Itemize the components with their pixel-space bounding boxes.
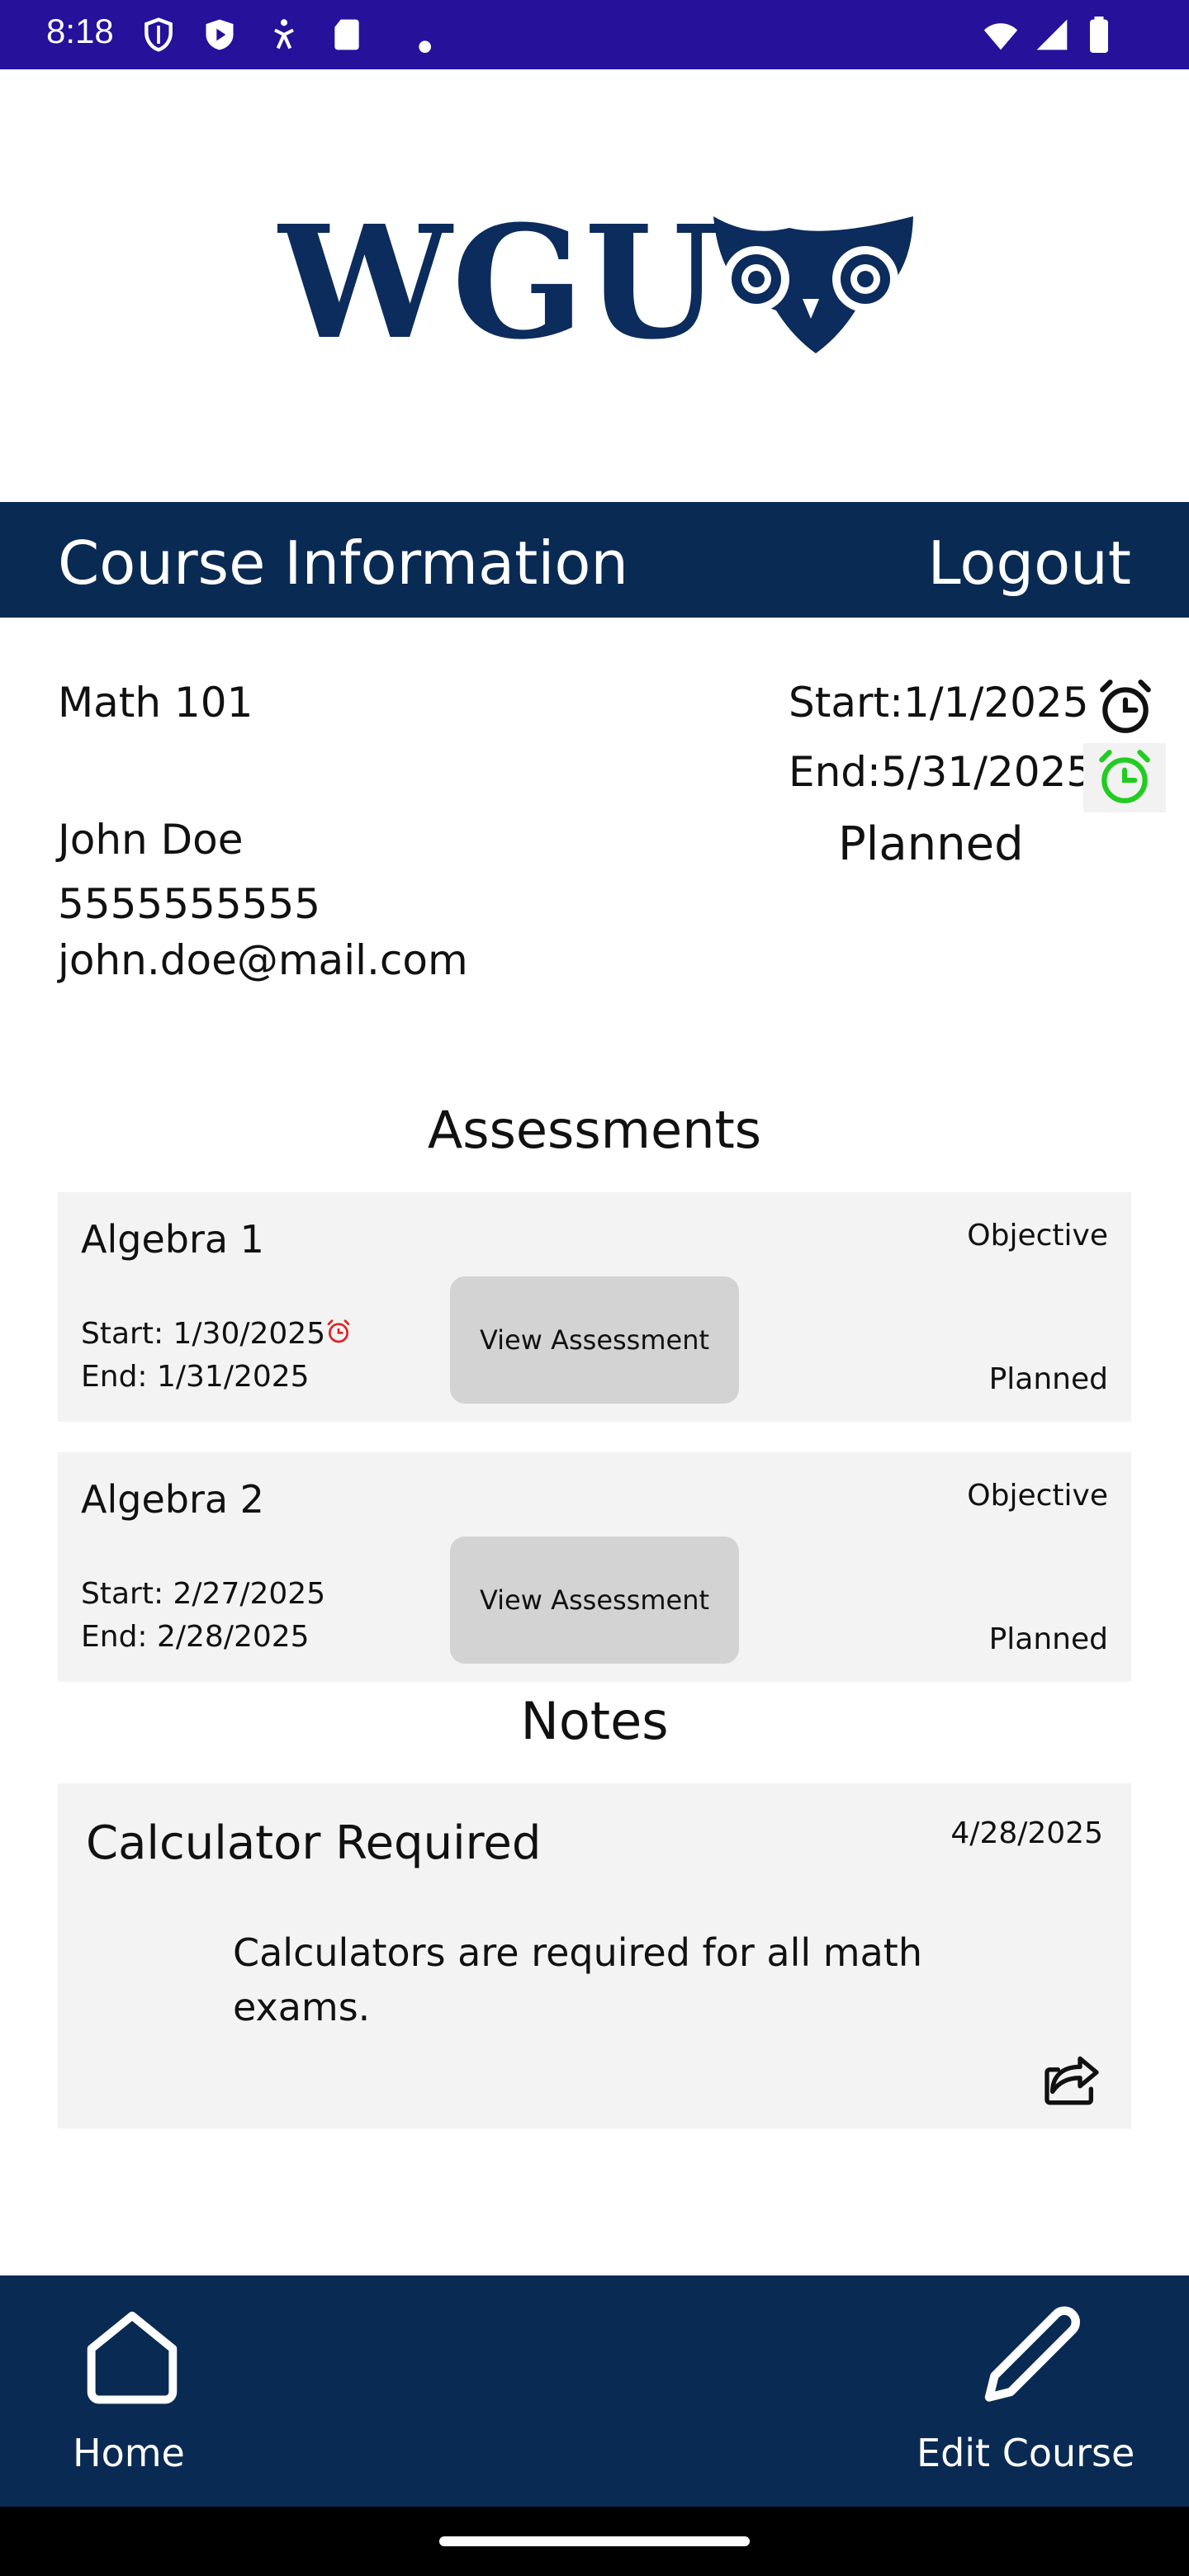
start-alarm-icon[interactable] bbox=[1095, 677, 1156, 738]
wifi-icon bbox=[983, 23, 1018, 50]
home-label: Home bbox=[73, 2431, 185, 2475]
edit-course-tab[interactable]: Edit Course bbox=[900, 2295, 1164, 2490]
assessments-heading: Assessments bbox=[427, 1100, 762, 1160]
course-status: Planned bbox=[838, 817, 1024, 871]
home-icon bbox=[87, 2311, 178, 2404]
instructor-name: John Doe bbox=[58, 816, 244, 864]
assessment-name: Algebra 1 bbox=[81, 1217, 264, 1262]
assessment-card: Algebra 2 Objective Start: 2/27/2025 End… bbox=[58, 1452, 1131, 1682]
assessment-alarm-icon[interactable] bbox=[325, 1319, 352, 1345]
home-tab[interactable]: Home bbox=[33, 2295, 231, 2490]
note-title: Calculator Required bbox=[86, 1816, 542, 1870]
notes-heading: Notes bbox=[520, 1691, 669, 1751]
assessment-start-date: Start: 1/30/2025 bbox=[81, 1313, 352, 1356]
assessment-name: Algebra 2 bbox=[81, 1477, 264, 1522]
course-end-date: End:5/31/2025 bbox=[789, 748, 1093, 796]
logo-text: WGU bbox=[277, 213, 720, 358]
accessibility-icon bbox=[274, 19, 294, 50]
note-card: Calculator Required 4/28/2025 Calculator… bbox=[58, 1783, 1131, 2129]
owl-icon bbox=[713, 216, 913, 353]
course-name: Math 101 bbox=[58, 679, 253, 727]
page-header: Course Information Logout bbox=[0, 502, 1189, 618]
battery-icon bbox=[1090, 17, 1108, 53]
course-start-date: Start:1/1/2025 bbox=[789, 679, 1089, 727]
assessment-type: Objective bbox=[967, 1479, 1108, 1513]
assessment-status: Planned bbox=[988, 1362, 1108, 1396]
assessment-dates: Start: 2/27/2025 End: 2/28/2025 bbox=[81, 1573, 325, 1659]
assessment-start-date: Start: 2/27/2025 bbox=[81, 1577, 326, 1611]
note-date: 4/28/2025 bbox=[950, 1816, 1103, 1850]
play-icon bbox=[206, 19, 234, 50]
shield-icon bbox=[144, 17, 173, 52]
bottom-navigation: Home Edit Course bbox=[0, 2275, 1189, 2507]
note-body: Calculators are required for all math ex… bbox=[233, 1930, 922, 2029]
view-assessment-button[interactable]: View Assessment bbox=[450, 1276, 739, 1404]
share-icon[interactable] bbox=[1039, 2048, 1105, 2114]
wgu-logo: WGU bbox=[277, 213, 913, 358]
end-alarm-icon bbox=[1099, 750, 1150, 803]
notification-dot-icon bbox=[419, 40, 431, 53]
assessment-end-date: End: 1/31/2025 bbox=[81, 1360, 310, 1394]
instructor-email[interactable]: john.doe@mail.com bbox=[58, 936, 468, 984]
logout-button[interactable]: Logout bbox=[927, 528, 1131, 598]
end-alarm-button[interactable] bbox=[1083, 743, 1166, 812]
assessment-card: Algebra 1 Objective Start: 1/30/2025 End… bbox=[58, 1192, 1131, 1422]
pencil-icon bbox=[984, 2306, 1080, 2402]
assessment-status: Planned bbox=[988, 1622, 1108, 1656]
assessment-end-date: End: 2/28/2025 bbox=[81, 1620, 310, 1654]
status-bar: 8:18 bbox=[0, 0, 1189, 69]
gesture-handle[interactable] bbox=[439, 2536, 750, 2546]
instructor-phone[interactable]: 5555555555 bbox=[58, 880, 320, 928]
signal-icon bbox=[1036, 19, 1068, 50]
edit-course-label: Edit Course bbox=[917, 2431, 1135, 2475]
status-time: 8:18 bbox=[46, 12, 114, 50]
sd-card-icon bbox=[334, 19, 359, 50]
view-assessment-button[interactable]: View Assessment bbox=[450, 1537, 739, 1664]
assessment-type: Objective bbox=[967, 1219, 1108, 1252]
page-title: Course Information bbox=[58, 528, 629, 598]
assessment-dates: Start: 1/30/2025 End: 1/31/2025 bbox=[81, 1313, 352, 1399]
